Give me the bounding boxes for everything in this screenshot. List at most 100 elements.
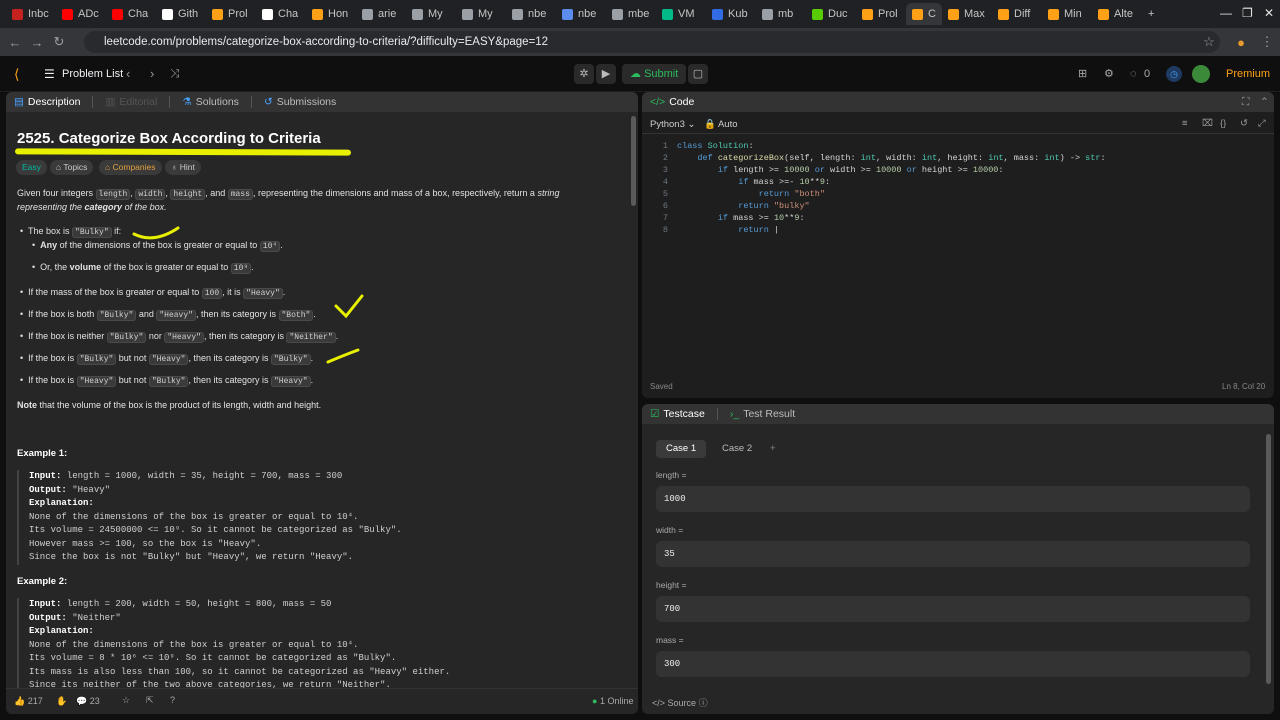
browser-tab[interactable]: Max <box>942 3 992 25</box>
tab-favicon-icon <box>512 8 523 20</box>
terminal-icon: ›_ <box>729 408 740 420</box>
tab-favicon-icon <box>812 8 823 20</box>
run-icon[interactable]: ▶ <box>596 64 616 84</box>
width-input[interactable]: 35 <box>656 541 1250 567</box>
mass-label: mass = <box>656 635 684 645</box>
browser-tab[interactable]: ADc <box>56 3 106 25</box>
timer-icon[interactable]: ◷ <box>1166 66 1182 82</box>
braces-icon[interactable]: {} <box>1220 118 1226 129</box>
close-window-icon[interactable]: ✕ <box>1264 6 1274 20</box>
add-case-icon[interactable]: + <box>760 440 786 458</box>
back-icon[interactable]: ← <box>4 35 26 50</box>
comments-button[interactable]: 💬 23 <box>76 696 100 707</box>
source-link[interactable]: </> Source ⓘ <box>652 696 708 709</box>
testcase-scrollbar[interactable] <box>1266 434 1271 684</box>
browser-tab[interactable]: Kub <box>706 3 756 25</box>
description-scrollbar[interactable] <box>631 116 636 206</box>
bookmark-icon[interactable]: ⌧ <box>1202 118 1213 129</box>
note-line: Note that the volume of the box is the p… <box>17 400 322 410</box>
format-icon[interactable]: ≡ <box>1182 118 1188 129</box>
case-2-tab[interactable]: Case 2 <box>712 440 762 458</box>
dislike-icon[interactable]: ✋ <box>56 696 67 707</box>
browser-tab[interactable]: Prol <box>856 3 906 25</box>
browser-tab[interactable]: Cha <box>106 3 156 25</box>
leetcode-logo-icon[interactable]: ⟨ <box>14 66 19 83</box>
browser-tab[interactable]: Duc <box>806 3 856 25</box>
example-2-block: Input: length = 200, width = 50, height … <box>17 598 617 693</box>
reset-icon[interactable]: ↺ <box>1240 118 1248 129</box>
debug-icon[interactable]: ✲ <box>574 64 594 84</box>
browser-tab[interactable]: mb <box>756 3 806 25</box>
height-label: height = <box>656 580 687 590</box>
browser-tab[interactable]: C <box>906 3 942 25</box>
settings-gear-icon[interactable]: ⚙ <box>1104 67 1114 80</box>
tab-favicon-icon <box>212 8 223 20</box>
tab-favicon-icon <box>662 8 673 20</box>
maximize-panel-icon[interactable]: ⛶ <box>1242 96 1249 109</box>
forward-icon[interactable]: → <box>26 35 48 50</box>
help-icon[interactable]: ? <box>170 695 175 705</box>
next-problem-icon[interactable]: › <box>150 66 154 81</box>
code-editor[interactable]: 1 class Solution: 2 def categorizeBox(sel… <box>642 140 1274 250</box>
shuffle-icon[interactable]: ⤨ <box>170 66 180 81</box>
browser-tab[interactable]: Min <box>1042 3 1092 25</box>
layout-icon[interactable]: ⊞ <box>1078 67 1087 80</box>
share-icon[interactable]: ⇱ <box>146 695 154 706</box>
maximize-icon[interactable]: ❐ <box>1242 6 1253 20</box>
browser-tab[interactable]: My <box>406 3 456 25</box>
favorite-star-icon[interactable]: ☆ <box>122 695 130 706</box>
tab-favicon-icon <box>12 8 23 20</box>
browser-tab[interactable]: nbe <box>506 3 556 25</box>
cursor-position: Ln 8, Col 20 <box>1222 382 1266 391</box>
mass-input[interactable]: 300 <box>656 651 1250 677</box>
avatar[interactable] <box>1192 65 1210 83</box>
tab-favicon-icon <box>862 8 873 20</box>
browser-tab[interactable]: mbe <box>606 3 656 25</box>
browser-tab[interactable]: Alte <box>1092 3 1142 25</box>
new-tab-button[interactable]: + <box>1142 3 1162 25</box>
browser-tab[interactable]: VM <box>656 3 706 25</box>
extension-icon[interactable]: ● <box>1230 35 1252 50</box>
browser-tab[interactable]: Prol <box>206 3 256 25</box>
browser-tab[interactable]: Inbc <box>6 3 56 25</box>
reload-icon[interactable]: ↻ <box>48 34 70 50</box>
tab-code[interactable]: </> Code <box>650 96 694 108</box>
tab-favicon-icon <box>1048 8 1059 20</box>
problem-list-link[interactable]: Problem List <box>62 68 123 80</box>
premium-link[interactable]: Premium <box>1226 68 1270 80</box>
length-input[interactable]: 1000 <box>656 486 1250 512</box>
case-1-tab[interactable]: Case 1 <box>656 440 707 458</box>
browser-tab[interactable]: My <box>456 3 506 25</box>
browser-tab[interactable]: Cha <box>256 3 306 25</box>
tab-testcase[interactable]: ☑ Testcase <box>650 408 705 420</box>
bookmark-star-icon[interactable]: ☆ <box>1198 34 1220 50</box>
notes-icon[interactable]: ▢ <box>688 64 708 84</box>
minimize-icon[interactable]: — <box>1220 6 1232 20</box>
auto-mode[interactable]: 🔒 Auto <box>704 119 738 130</box>
submit-button[interactable]: ☁ Submit <box>622 64 687 84</box>
browser-tab[interactable]: Diff <box>992 3 1042 25</box>
streak-fire-icon[interactable]: ◌ <box>1130 68 1137 80</box>
tab-favicon-icon <box>362 8 373 20</box>
code-icon: </> <box>650 96 666 108</box>
tab-favicon-icon <box>262 8 273 20</box>
example-1-heading: Example 1: <box>17 448 68 459</box>
browser-menu-icon[interactable]: ⋮ <box>1256 34 1278 50</box>
browser-tab[interactable]: nbe <box>556 3 606 25</box>
streak-count: 0 <box>1144 68 1151 80</box>
length-label: length = <box>656 470 687 480</box>
browser-tab[interactable]: arie <box>356 3 406 25</box>
height-input[interactable]: 700 <box>656 596 1250 622</box>
browser-tab[interactable]: Hon <box>306 3 356 25</box>
collapse-panel-icon[interactable]: ⌃ <box>1260 96 1269 108</box>
browser-tab-strip: Inbc ADc Cha Gith Prol Cha Hon arie My My nbe nbe mb… <box>0 0 1280 28</box>
tab-test-result[interactable]: ›_ Test Result <box>730 408 795 420</box>
width-label: width = <box>656 525 684 535</box>
like-button[interactable]: 👍 217 <box>14 696 43 707</box>
language-select[interactable]: Python3 ⌄ <box>650 119 695 130</box>
browser-tab[interactable]: Gith <box>156 3 206 25</box>
prev-problem-icon[interactable]: ‹ <box>126 66 130 81</box>
code-panel: </> Code ⛶ ⌃ Python3 ⌄ 🔒 Auto ≡ ⌧ {} ↺ ⤢ … <box>642 92 1274 398</box>
fullscreen-icon[interactable]: ⤢ <box>1258 118 1266 129</box>
url-field[interactable]: leetcode.com/problems/categorize-box-acc… <box>84 31 1220 53</box>
